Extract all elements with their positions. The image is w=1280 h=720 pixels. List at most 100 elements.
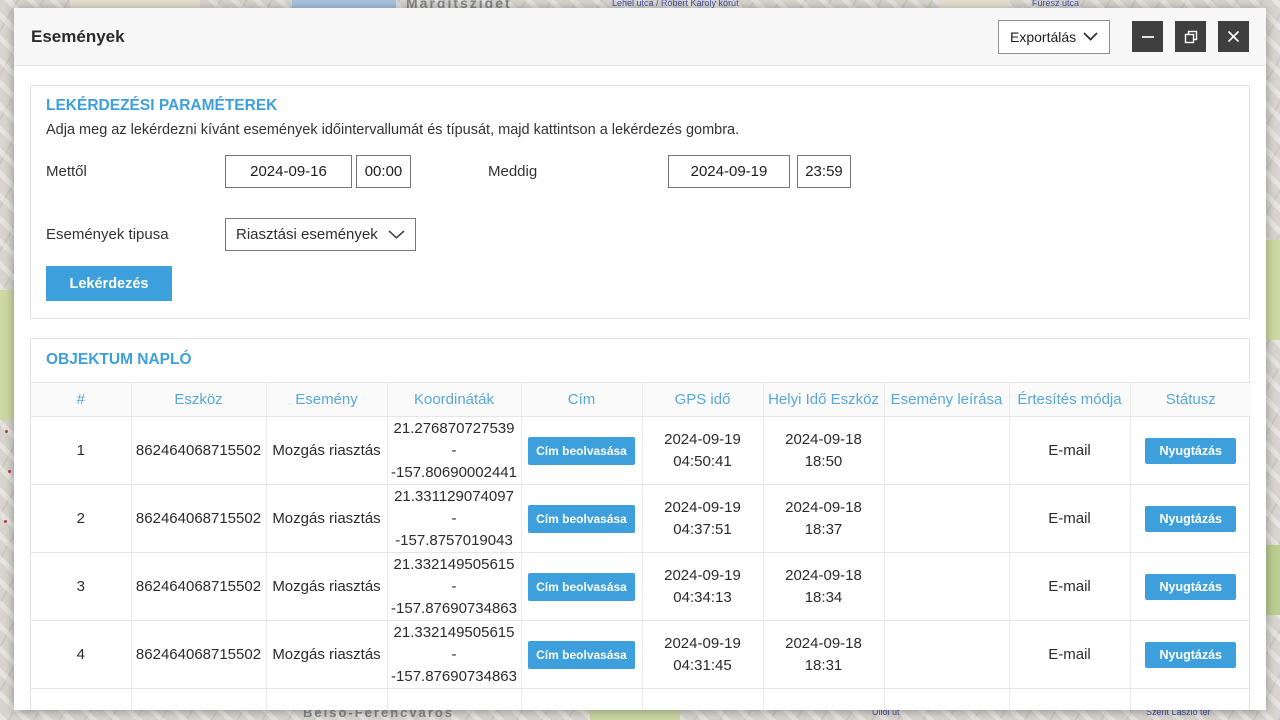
- cell-device: 862464068715502: [131, 485, 266, 553]
- restore-icon: [1184, 30, 1198, 44]
- cell-num: 3: [31, 553, 131, 621]
- minimize-button[interactable]: [1132, 21, 1163, 52]
- cell-status: Nyugtázás: [1130, 553, 1251, 621]
- restore-button[interactable]: [1175, 21, 1206, 52]
- event-type-select[interactable]: Riasztási események: [225, 218, 416, 251]
- events-table: # Eszköz Esemény Koordináták Cím GPS idő…: [31, 382, 1251, 710]
- query-panel-title: LEKÉRDEZÉSI PARAMÉTEREK: [46, 97, 277, 115]
- log-panel-title: OBJEKTUM NAPLÓ: [31, 339, 1249, 369]
- local-date: 2024-09-18: [785, 431, 862, 448]
- event-type-value: Riasztási események: [236, 226, 378, 243]
- column-header-gps-time: GPS idő: [642, 383, 763, 417]
- column-header-local-time: Helyi Idő Eszköz: [763, 383, 884, 417]
- query-parameters-panel: LEKÉRDEZÉSI PARAMÉTEREK Adja meg az leké…: [30, 85, 1250, 319]
- column-header-status: Státusz: [1130, 383, 1251, 417]
- read-address-button[interactable]: Cím beolvasása: [528, 573, 635, 601]
- minimize-icon: [1141, 30, 1155, 44]
- cell-status: Nyugtázás: [1130, 621, 1251, 689]
- cell-local-time: 2024-09-18 18:34: [763, 553, 884, 621]
- latitude: 21.332149505615: [394, 624, 515, 641]
- cell-local-time: 2024-09-18 18:37: [763, 485, 884, 553]
- local-time: 18:50: [805, 453, 843, 470]
- from-date-input[interactable]: [225, 155, 352, 188]
- cell-status: Nyugtázás: [1130, 417, 1251, 485]
- local-date: 2024-09-18: [785, 499, 862, 516]
- read-address-button[interactable]: Cím beolvasása: [528, 641, 635, 669]
- acknowledge-button[interactable]: Nyugtázás: [1145, 574, 1236, 600]
- chevron-down-icon: [1083, 32, 1098, 41]
- column-header-coordinates: Koordináták: [387, 383, 521, 417]
- longitude: -157.80690002441: [391, 464, 517, 481]
- cell-local-time: 2024-09-18 18:31: [763, 621, 884, 689]
- cell-event: Mozgás riasztás: [266, 621, 387, 689]
- cell-gps-time: 2024-09-19 04:37:51: [642, 485, 763, 553]
- cell-address: Cím beolvasása: [521, 553, 642, 621]
- cell-notification: E-mail: [1009, 553, 1130, 621]
- chevron-down-icon: [388, 230, 405, 239]
- gps-time: 04:37:51: [673, 521, 731, 538]
- to-label: Meddig: [488, 163, 537, 180]
- to-time-input[interactable]: [797, 155, 851, 188]
- acknowledge-button[interactable]: Nyugtázás: [1145, 506, 1236, 532]
- cell-device: 862464068715502: [131, 417, 266, 485]
- cell-coordinates: 21.332149505615 - -157.87690734863: [387, 553, 521, 621]
- local-time: 18:37: [805, 521, 843, 538]
- object-log-panel: OBJEKTUM NAPLÓ # Eszköz Esemény Koordiná…: [30, 338, 1250, 710]
- window-titlebar: Események Exportálás: [14, 8, 1266, 66]
- longitude: -157.87690734863: [391, 668, 517, 685]
- cell-num: 1: [31, 417, 131, 485]
- export-dropdown-button[interactable]: Exportálás: [998, 20, 1110, 54]
- cell-event: Mozgás riasztás: [266, 417, 387, 485]
- dialog-content: LEKÉRDEZÉSI PARAMÉTEREK Adja meg az leké…: [14, 85, 1266, 710]
- longitude: -157.87690734863: [391, 600, 517, 617]
- coordinate-separator: -: [452, 442, 457, 459]
- read-address-button[interactable]: Cím beolvasása: [528, 505, 635, 533]
- map-park: [0, 290, 14, 420]
- cell-event: Mozgás riasztás: [266, 485, 387, 553]
- local-date: 2024-09-18: [785, 635, 862, 652]
- gps-date: 2024-09-19: [664, 567, 741, 584]
- gps-time: 04:34:13: [673, 589, 731, 606]
- local-date: 2024-09-18: [785, 567, 862, 584]
- map-poi-dot: [4, 520, 7, 523]
- cell-device: 862464068715502: [131, 621, 266, 689]
- map-park: [1266, 240, 1280, 340]
- table-row: 2 862464068715502 Mozgás riasztás 21.331…: [31, 485, 1251, 553]
- events-window: Események Exportálás: [14, 8, 1266, 710]
- table-header-row: # Eszköz Esemény Koordináták Cím GPS idő…: [31, 383, 1251, 417]
- cell-status: Nyugtázás: [1130, 485, 1251, 553]
- read-address-button[interactable]: Cím beolvasása: [528, 437, 635, 465]
- cell-address: Cím beolvasása: [521, 417, 642, 485]
- cell-address: Cím beolvasása: [521, 621, 642, 689]
- cell-local-time: 2024-09-18 18:50: [763, 417, 884, 485]
- query-button[interactable]: Lekérdezés: [46, 266, 172, 301]
- column-header-event: Esemény: [266, 383, 387, 417]
- cell-notification: E-mail: [1009, 621, 1130, 689]
- close-button[interactable]: [1218, 21, 1249, 52]
- acknowledge-button[interactable]: Nyugtázás: [1145, 438, 1236, 464]
- coordinate-separator: -: [452, 510, 457, 527]
- window-title: Események: [31, 27, 125, 47]
- table-row: 4 862464068715502 Mozgás riasztás 21.332…: [31, 621, 1251, 689]
- column-header-num: #: [31, 383, 131, 417]
- column-header-device: Eszköz: [131, 383, 266, 417]
- latitude: 21.332149505615: [394, 556, 515, 573]
- event-type-label: Események tipusa: [46, 226, 169, 243]
- table-row: 3 862464068715502 Mozgás riasztás 21.332…: [31, 553, 1251, 621]
- cell-num: 4: [31, 621, 131, 689]
- acknowledge-button[interactable]: Nyugtázás: [1145, 642, 1236, 668]
- query-description: Adja meg az lekérdezni kívánt események …: [46, 122, 739, 138]
- latitude: 21.276870727539: [394, 420, 515, 437]
- local-time: 18:31: [805, 657, 843, 674]
- cell-description: [884, 553, 1009, 621]
- gps-time: 04:50:41: [673, 453, 731, 470]
- from-time-input[interactable]: [356, 155, 411, 188]
- gps-time: 04:31:45: [673, 657, 731, 674]
- from-label: Mettől: [46, 163, 87, 180]
- cell-notification: E-mail: [1009, 485, 1130, 553]
- longitude: -157.8757019043: [395, 532, 513, 549]
- cell-gps-time: 2024-09-19 04:34:13: [642, 553, 763, 621]
- latitude: 21.331129074097: [394, 488, 514, 505]
- to-date-input[interactable]: [668, 155, 790, 188]
- coordinate-separator: -: [452, 646, 457, 663]
